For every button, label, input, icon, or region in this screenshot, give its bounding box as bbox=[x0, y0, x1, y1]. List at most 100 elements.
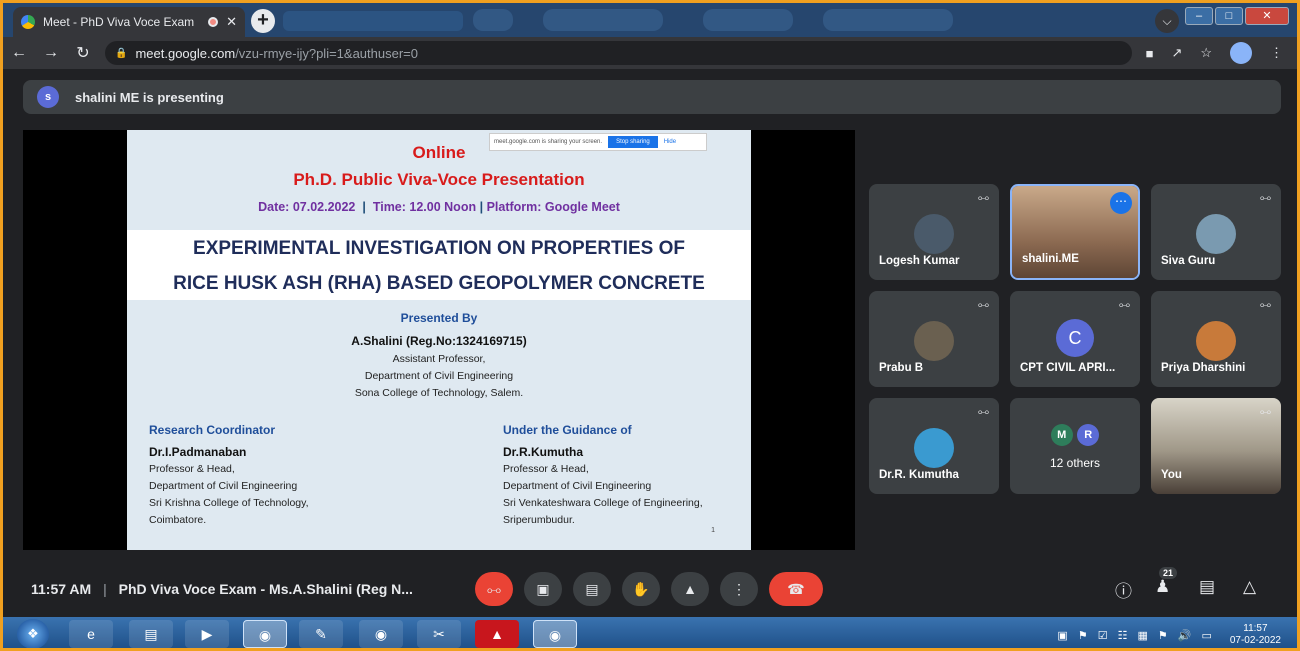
people-count-badge: 21 bbox=[1159, 567, 1178, 579]
background-tab-icon bbox=[473, 9, 513, 31]
snipping-tool-icon[interactable]: ✂ bbox=[417, 620, 461, 648]
slide-separator: | bbox=[358, 200, 370, 214]
action-center-flag-icon[interactable]: ⚑ bbox=[1158, 629, 1168, 642]
activities-icon[interactable]: △ bbox=[1243, 577, 1256, 597]
participant-tile-active-speaker[interactable]: ⋯ shalini.ME bbox=[1010, 184, 1140, 280]
file-explorer-icon[interactable]: ▤ bbox=[129, 620, 173, 648]
new-tab-button[interactable]: + bbox=[251, 9, 275, 33]
avatar-letter: M bbox=[1050, 424, 1073, 446]
bookmark-star-icon[interactable]: ☆ bbox=[1200, 45, 1212, 61]
tab-meet[interactable]: Meet - PhD Viva Voce Exam ✕ bbox=[13, 7, 245, 37]
network-icon[interactable]: ☷ bbox=[1118, 629, 1128, 642]
acrobat-reader-icon[interactable]: ▲ bbox=[475, 620, 519, 648]
minimize-button[interactable]: – bbox=[1185, 7, 1213, 25]
forward-arrow-icon[interactable]: → bbox=[35, 44, 67, 62]
avatar bbox=[914, 214, 954, 254]
participant-tile[interactable]: ⧟ Siva Guru bbox=[1151, 184, 1281, 280]
volume-icon[interactable]: 🔊 bbox=[1178, 629, 1192, 642]
research-coordinator-block: Research Coordinator Dr.I.Padmanaban Pro… bbox=[149, 423, 309, 531]
mic-off-icon: ⧟ bbox=[1260, 406, 1271, 418]
captions-button[interactable]: ▤ bbox=[573, 572, 611, 606]
present-now-button[interactable]: ▲ bbox=[671, 572, 709, 606]
tray-icon[interactable]: ☑ bbox=[1098, 629, 1108, 642]
share-icon[interactable]: ↗ bbox=[1171, 45, 1182, 61]
meeting-details-info-icon[interactable]: ⓘ bbox=[1115, 577, 1132, 602]
background-tab[interactable] bbox=[823, 9, 953, 31]
coordinator-line: Professor & Head, bbox=[149, 463, 235, 475]
participant-tile[interactable]: ⧟ Logesh Kumar bbox=[869, 184, 999, 280]
url-field[interactable]: 🔒 meet.google.com/vzu-rmye-ijy?pli=1&aut… bbox=[105, 41, 1132, 65]
back-arrow-icon[interactable]: ← bbox=[3, 44, 35, 62]
close-window-button[interactable]: ✕ bbox=[1245, 7, 1289, 25]
internet-explorer-icon[interactable]: e bbox=[69, 620, 113, 648]
profile-avatar[interactable] bbox=[1230, 42, 1252, 64]
chrome-icon[interactable]: ◉ bbox=[243, 620, 287, 648]
reload-icon[interactable]: ↻ bbox=[67, 43, 99, 63]
mic-off-icon: ⧟ bbox=[1119, 299, 1130, 311]
tab-title: Meet - PhD Viva Voce Exam bbox=[43, 15, 195, 29]
guide-line: Professor & Head, bbox=[503, 463, 589, 475]
participant-tile[interactable]: ⧟ Prabu B bbox=[869, 291, 999, 387]
raise-hand-button[interactable]: ✋ bbox=[622, 572, 660, 606]
tab-search-chevron-icon[interactable]: ⌵ bbox=[1155, 9, 1179, 33]
lock-icon: 🔒 bbox=[115, 47, 128, 59]
address-bar-row: ← → ↻ 🔒 meet.google.com/vzu-rmye-ijy?pli… bbox=[3, 37, 1297, 69]
tray-icon[interactable]: ⚑ bbox=[1078, 629, 1088, 642]
participant-name: Prabu B bbox=[879, 362, 924, 374]
guide-name: Dr.R.Kumutha bbox=[503, 445, 584, 459]
self-tile[interactable]: ⧟ You bbox=[1151, 398, 1281, 494]
background-tab[interactable] bbox=[283, 11, 463, 31]
presentation-stage[interactable]: meet.google.com is sharing your screen. … bbox=[23, 130, 855, 550]
chrome-icon[interactable]: ◉ bbox=[533, 620, 577, 648]
start-button-windows-icon[interactable]: ❖ bbox=[17, 619, 49, 648]
camera-button[interactable]: ▣ bbox=[524, 572, 562, 606]
camera-in-use-icon[interactable]: ■ bbox=[1146, 46, 1154, 61]
background-tab[interactable] bbox=[543, 9, 663, 31]
meeting-controls-bar: 11:57 AM | PhD Viva Voce Exam - Ms.A.Sha… bbox=[3, 563, 1297, 615]
more-options-button[interactable]: ⋮ bbox=[720, 572, 758, 606]
tray-icon[interactable]: ▣ bbox=[1057, 629, 1067, 642]
participant-name: Dr.R. Kumutha bbox=[879, 469, 959, 481]
others-tile[interactable]: M R 12 others bbox=[1010, 398, 1140, 494]
google-meet-favicon-icon bbox=[21, 15, 35, 29]
leave-call-button[interactable]: ☎ bbox=[769, 572, 823, 606]
participant-name: Logesh Kumar bbox=[879, 255, 960, 267]
media-player-icon[interactable]: ▶ bbox=[185, 620, 229, 648]
slide-presenter-dept: Department of Civil Engineering bbox=[364, 370, 514, 382]
tray-icon[interactable]: ▭ bbox=[1201, 629, 1211, 642]
participant-name: You bbox=[1161, 469, 1182, 481]
edge-icon[interactable]: ◉ bbox=[359, 620, 403, 648]
mic-off-icon: ⧟ bbox=[1260, 299, 1271, 311]
slide-date: Date: 07.02.2022 bbox=[258, 200, 356, 214]
participant-name: Siva Guru bbox=[1161, 255, 1216, 267]
background-tab[interactable] bbox=[703, 9, 793, 31]
coordinator-line: Department of Civil Engineering bbox=[149, 480, 298, 492]
chat-icon[interactable]: ▤ bbox=[1199, 577, 1215, 597]
paint-icon[interactable]: ✎ bbox=[299, 620, 343, 648]
screen: Meet - PhD Viva Voce Exam ✕ + ⌵ – □ ✕ ← … bbox=[0, 0, 1300, 651]
tab-close-icon[interactable]: ✕ bbox=[226, 14, 237, 30]
meeting-info: 11:57 AM | PhD Viva Voce Exam - Ms.A.Sha… bbox=[31, 581, 413, 597]
meeting-title: PhD Viva Voce Exam - Ms.A.Shalini (Reg N… bbox=[118, 581, 413, 597]
meeting-time: 11:57 AM bbox=[31, 581, 92, 597]
system-clock[interactable]: 11:57 07-02-2022 bbox=[1230, 623, 1281, 647]
microphone-off-button[interactable]: ⧟ bbox=[475, 572, 513, 606]
maximize-button[interactable]: □ bbox=[1215, 7, 1243, 25]
participant-tile[interactable]: ⧟ Dr.R. Kumutha bbox=[869, 398, 999, 494]
people-icon[interactable]: 21 ♟ bbox=[1155, 567, 1178, 597]
coordinator-name: Dr.I.Padmanaban bbox=[149, 445, 247, 459]
mic-off-icon: ⧟ bbox=[978, 406, 989, 418]
slide-title-line2: RICE HUSK ASH (RHA) BASED GEOPOLYMER CON… bbox=[173, 273, 705, 294]
more-options-icon[interactable]: ⋯ bbox=[1110, 192, 1132, 214]
menu-kebab-icon[interactable]: ⋮ bbox=[1270, 45, 1283, 61]
slide-title-line1: EXPERIMENTAL INVESTIGATION ON PROPERTIES… bbox=[193, 238, 685, 259]
system-tray: ▣ ⚑ ☑ ☷ ▦ ⚑ 🔊 ▭ 11:57 07-02-2022 bbox=[1057, 623, 1281, 647]
participant-name: shalini.ME bbox=[1022, 253, 1079, 265]
participant-tile[interactable]: ⧟ C CPT CIVIL APRI... bbox=[1010, 291, 1140, 387]
tray-icon[interactable]: ▦ bbox=[1137, 629, 1147, 642]
slide-presenter-college: Sona College of Technology, Salem. bbox=[354, 387, 524, 399]
kebab-icon: ⋮ bbox=[732, 581, 746, 597]
participant-tile[interactable]: ⧟ Priya Dharshini bbox=[1151, 291, 1281, 387]
captions-icon: ▤ bbox=[585, 581, 599, 597]
slide-page-number: 1 bbox=[711, 527, 715, 534]
